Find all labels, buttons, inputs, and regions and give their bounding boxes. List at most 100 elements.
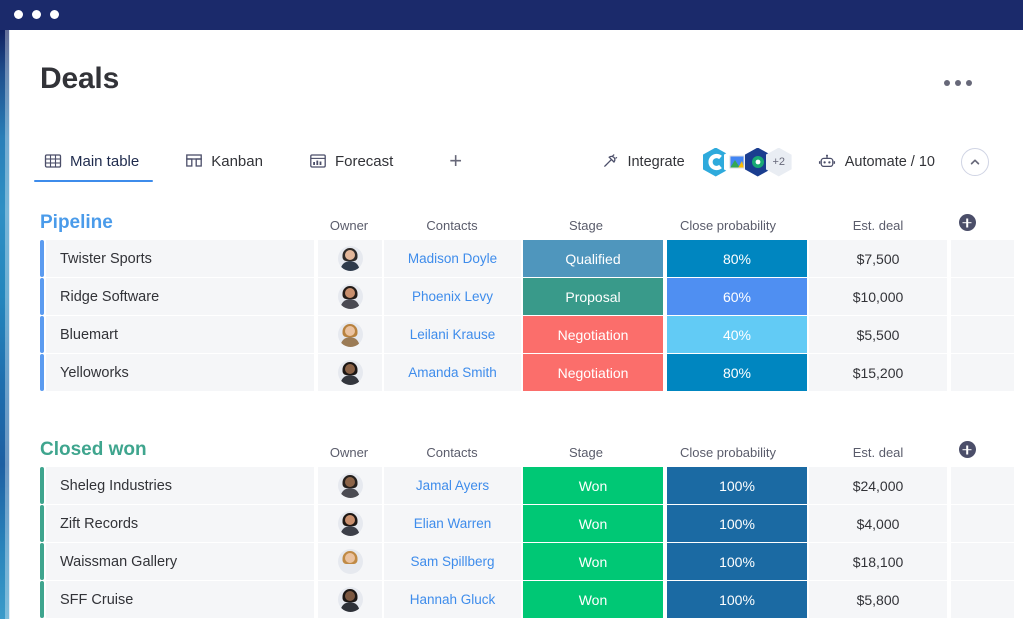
cell-close-probability[interactable]: 100% [667,505,807,542]
add-view-button[interactable]: + [441,146,470,176]
cell-contact[interactable]: Sam Spillberg [383,543,521,580]
cell-owner[interactable] [316,467,382,504]
cell-est-deal[interactable]: $15,200 [809,354,947,391]
cell-contact[interactable]: Amanda Smith [383,354,521,391]
traffic-light-buttons[interactable] [14,10,59,19]
cell-deal-name[interactable]: Ridge Software [46,278,314,315]
cell-close-probability[interactable]: 40% [667,316,807,353]
cell-owner[interactable] [316,240,382,277]
table-row[interactable]: SFF Cruise Hannah GluckWon100%$5,800 [10,581,1014,618]
cell-est-deal[interactable]: $24,000 [809,467,947,504]
column-header-owner[interactable]: Owner [316,218,382,233]
add-column-button[interactable] [954,441,980,458]
cell-owner[interactable] [316,543,382,580]
cell-stage[interactable]: Negotiation [523,354,663,391]
table-row[interactable]: Yelloworks Amanda SmithNegotiation80%$15,… [10,354,1014,391]
table-row[interactable]: Ridge Software Phoenix LevyProposal60%$10… [10,278,1014,315]
maximize-window-button[interactable] [50,10,59,19]
cell-est-deal[interactable]: $4,000 [809,505,947,542]
cell-owner[interactable] [316,581,382,618]
column-header-contacts[interactable]: Contacts [382,445,522,460]
cell-contact[interactable]: Jamal Ayers [383,467,521,504]
cell-contact[interactable]: Phoenix Levy [383,278,521,315]
cell-deal-name[interactable]: SFF Cruise [46,581,314,618]
cell-owner[interactable] [316,278,382,315]
avatar[interactable] [338,587,363,612]
cell-est-deal[interactable]: $7,500 [809,240,947,277]
cell-close-probability[interactable]: 100% [667,543,807,580]
cell-empty[interactable] [951,240,1014,277]
add-column-button[interactable] [954,214,980,231]
group-title[interactable]: Pipeline [40,212,113,234]
integrate-button[interactable]: Integrate [600,148,791,177]
avatar[interactable] [338,246,363,271]
avatar[interactable] [338,473,363,498]
table-row[interactable]: Sheleg Industries Jamal AyersWon100%$24,0… [10,467,1014,504]
cell-stage[interactable]: Won [523,467,663,504]
cell-close-probability[interactable]: 60% [667,278,807,315]
column-header-stage[interactable]: Stage [516,445,656,460]
integration-overflow-badge[interactable]: +2 [766,148,792,177]
avatar[interactable] [338,284,363,309]
table-row[interactable]: Bluemart Leilani KrauseNegotiation40%$5,5… [10,316,1014,353]
cell-close-probability[interactable]: 100% [667,581,807,618]
collapse-header-button[interactable] [961,148,989,176]
tab-main-table[interactable]: Main table [40,138,143,184]
column-header-stage[interactable]: Stage [516,218,656,233]
cell-est-deal[interactable]: $10,000 [809,278,947,315]
cell-contact[interactable]: Madison Doyle [383,240,521,277]
cell-stage[interactable]: Qualified [523,240,663,277]
cell-empty[interactable] [951,543,1014,580]
cell-owner[interactable] [316,316,382,353]
cell-stage[interactable]: Won [523,505,663,542]
group-title[interactable]: Closed won [40,439,147,461]
tab-forecast[interactable]: Forecast [305,138,397,184]
tab-kanban[interactable]: Kanban [181,138,267,184]
table-row[interactable]: Twister Sports Madison DoyleQualified80%$… [10,240,1014,277]
avatar[interactable] [338,511,363,536]
cell-empty[interactable] [951,354,1014,391]
table-row[interactable]: Zift Records Elian WarrenWon100%$4,000 [10,505,1014,542]
cell-empty[interactable] [951,505,1014,542]
cell-deal-name[interactable]: Zift Records [46,505,314,542]
cell-est-deal[interactable]: $5,500 [809,316,947,353]
column-header-close-probability[interactable]: Close probability [658,445,798,460]
integration-app-avatars[interactable]: +2 [703,148,792,177]
cell-deal-name[interactable]: Waissman Gallery [46,543,314,580]
avatar[interactable] [338,549,363,574]
avatar[interactable] [338,322,363,347]
cell-owner[interactable] [316,354,382,391]
cell-empty[interactable] [951,316,1014,353]
column-header-est-deal[interactable]: Est. deal [808,445,948,460]
cell-contact[interactable]: Leilani Krause [383,316,521,353]
cell-deal-name[interactable]: Bluemart [46,316,314,353]
cell-stage[interactable]: Negotiation [523,316,663,353]
cell-empty[interactable] [951,581,1014,618]
minimize-window-button[interactable] [32,10,41,19]
cell-owner[interactable] [316,505,382,542]
cell-deal-name[interactable]: Yelloworks [46,354,314,391]
column-header-contacts[interactable]: Contacts [382,218,522,233]
column-header-close-probability[interactable]: Close probability [658,218,798,233]
cell-close-probability[interactable]: 100% [667,467,807,504]
cell-stage[interactable]: Won [523,543,663,580]
cell-deal-name[interactable]: Sheleg Industries [46,467,314,504]
cell-empty[interactable] [951,278,1014,315]
cell-est-deal[interactable]: $18,100 [809,543,947,580]
cell-contact[interactable]: Elian Warren [383,505,521,542]
cell-empty[interactable] [951,467,1014,504]
cell-deal-name[interactable]: Twister Sports [46,240,314,277]
cell-est-deal[interactable]: $5,800 [809,581,947,618]
cell-contact[interactable]: Hannah Gluck [383,581,521,618]
cell-stage[interactable]: Won [523,581,663,618]
table-row[interactable]: Waissman Gallery Sam SpillbergWon100%$18,… [10,543,1014,580]
cell-stage[interactable]: Proposal [523,278,663,315]
close-window-button[interactable] [14,10,23,19]
automate-button[interactable]: Automate / 10 [818,153,935,171]
cell-close-probability[interactable]: 80% [667,240,807,277]
cell-close-probability[interactable]: 80% [667,354,807,391]
column-header-est-deal[interactable]: Est. deal [808,218,948,233]
column-header-owner[interactable]: Owner [316,445,382,460]
avatar[interactable] [338,360,363,385]
board-more-menu-button[interactable] [938,74,978,92]
